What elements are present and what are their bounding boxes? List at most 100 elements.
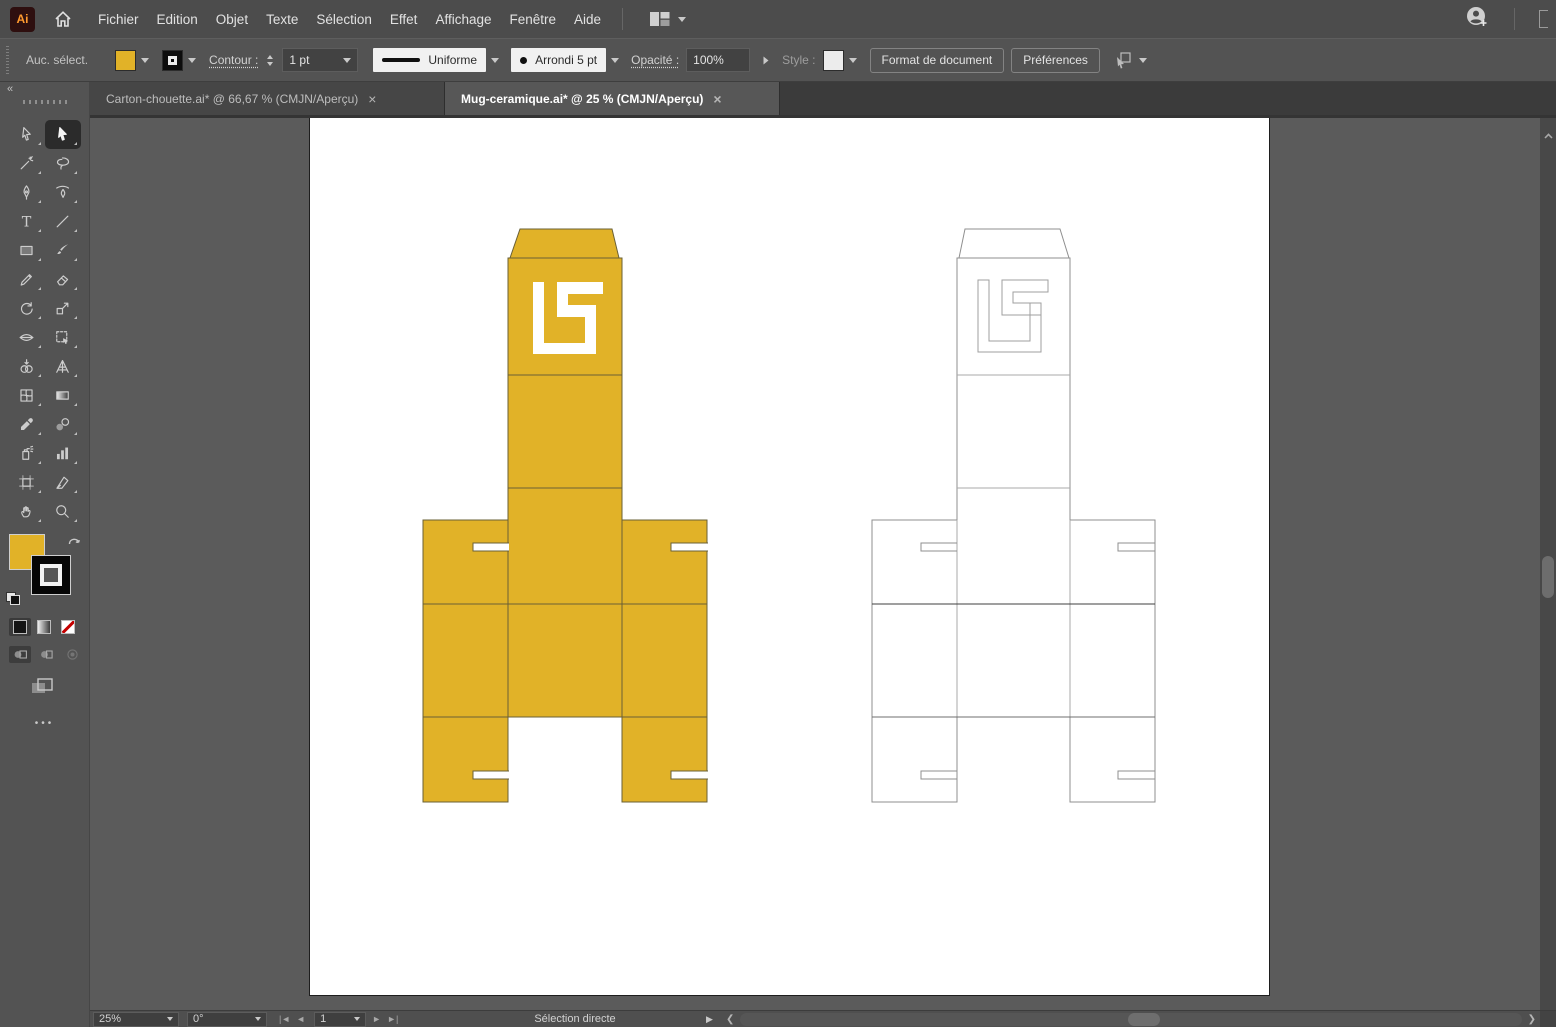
panel-drag-grip[interactable]: [23, 100, 67, 104]
next-artboard-icon[interactable]: ►: [372, 1014, 381, 1024]
vertical-scroll-thumb[interactable]: [1542, 556, 1554, 598]
menu-edition[interactable]: Edition: [148, 12, 207, 27]
draw-inside-button[interactable]: [61, 646, 83, 663]
chevron-down-icon[interactable]: [141, 58, 149, 63]
width-profile-preview[interactable]: Uniforme: [373, 48, 486, 72]
canvas-viewport[interactable]: [90, 118, 1556, 1010]
screen-mode-icon[interactable]: [30, 677, 56, 702]
preferences-button[interactable]: Préférences: [1011, 48, 1100, 73]
tool-gradient[interactable]: [45, 381, 81, 410]
share-account-icon[interactable]: [1464, 5, 1490, 34]
chevron-down-icon[interactable]: [188, 58, 196, 63]
tool-eraser[interactable]: [45, 265, 81, 294]
opacity-expand-arrow[interactable]: [757, 48, 775, 72]
chevron-down-icon[interactable]: [849, 58, 857, 63]
tool-lasso[interactable]: [45, 149, 81, 178]
tool-column-graph[interactable]: [45, 439, 81, 468]
gradient-mode-button[interactable]: [33, 618, 55, 636]
stroke-color-well[interactable]: [31, 555, 71, 595]
tool-pencil[interactable]: [9, 265, 45, 294]
menu-affichage[interactable]: Affichage: [426, 12, 500, 27]
menu-effet[interactable]: Effet: [381, 12, 427, 27]
tool-blend[interactable]: [45, 410, 81, 439]
width-profile-dropdown[interactable]: [486, 48, 504, 72]
illustrator-app-icon[interactable]: Ai: [10, 7, 35, 32]
tab-mug-ceramique[interactable]: Mug-ceramique.ai* @ 25 % (CMJN/Aperçu) ×: [445, 82, 780, 115]
dieline-outline[interactable]: [872, 229, 1155, 802]
tool-selection[interactable]: [9, 120, 45, 149]
last-artboard-icon[interactable]: ►|: [387, 1014, 398, 1024]
menu-aide[interactable]: Aide: [565, 12, 610, 27]
tool-artboard[interactable]: [9, 468, 45, 497]
tool-zoom[interactable]: [45, 497, 81, 526]
tool-paintbrush[interactable]: [45, 236, 81, 265]
swap-fill-stroke-icon[interactable]: [67, 534, 82, 553]
color-mode-button[interactable]: [9, 618, 31, 636]
draw-normal-button[interactable]: [9, 646, 31, 663]
tool-mesh[interactable]: [9, 381, 45, 410]
document-setup-button[interactable]: Format de document: [870, 48, 1005, 73]
brush-definition-dropdown[interactable]: [606, 48, 624, 72]
horizontal-scroll-thumb[interactable]: [1128, 1013, 1160, 1026]
tab-carton-chouette[interactable]: Carton-chouette.ai* @ 66,67 % (CMJN/Aper…: [90, 82, 445, 115]
workspace-switcher[interactable]: [649, 10, 686, 28]
stroke-color-swatch[interactable]: [162, 50, 183, 71]
collapse-panel-icon[interactable]: «: [7, 83, 13, 95]
menu-texte[interactable]: Texte: [257, 12, 307, 27]
tool-perspective-grid[interactable]: [45, 352, 81, 381]
rotation-dropdown[interactable]: 0°: [187, 1012, 267, 1027]
artboard-number-dropdown[interactable]: 1: [314, 1012, 366, 1027]
none-mode-button[interactable]: [57, 618, 79, 636]
menu-fichier[interactable]: Fichier: [89, 12, 148, 27]
default-colors-icon[interactable]: [6, 592, 20, 604]
edit-toolbar-ellipsis[interactable]: •••: [0, 718, 89, 729]
menu-objet[interactable]: Objet: [207, 12, 257, 27]
previous-artboard-icon[interactable]: ◄: [296, 1014, 305, 1024]
first-artboard-icon[interactable]: |◄: [279, 1014, 290, 1024]
artboard-1[interactable]: [310, 118, 1269, 995]
panel-grip[interactable]: [6, 46, 9, 74]
tool-hand[interactable]: [9, 497, 45, 526]
tool-shape-builder[interactable]: [9, 352, 45, 381]
fill-color-swatch[interactable]: [115, 50, 136, 71]
home-icon[interactable]: [53, 9, 73, 29]
horizontal-scroll-track[interactable]: [740, 1013, 1521, 1026]
tool-direct-selection[interactable]: [45, 120, 81, 149]
tool-scale[interactable]: [45, 294, 81, 323]
opacity-field[interactable]: 100%: [686, 48, 750, 72]
scroll-up-icon[interactable]: [1544, 126, 1553, 144]
tool-line-segment[interactable]: [45, 207, 81, 236]
tool-type[interactable]: T: [9, 207, 45, 236]
tool-rectangle[interactable]: [9, 236, 45, 265]
tool-pen[interactable]: [9, 178, 45, 207]
status-flyout-icon[interactable]: ▶: [706, 1014, 713, 1025]
close-icon[interactable]: ×: [713, 92, 721, 106]
isolate-selection-icon[interactable]: [1113, 50, 1133, 70]
stroke-weight-stepper[interactable]: [267, 55, 273, 66]
chevron-down-icon[interactable]: [1139, 58, 1147, 63]
vertical-scrollbar[interactable]: [1540, 118, 1556, 1010]
brush-definition-preview[interactable]: Arrondi 5 pt: [511, 48, 606, 72]
tool-width[interactable]: [9, 323, 45, 352]
dieline-yellow[interactable]: [423, 229, 708, 802]
document-tab-bar: Carton-chouette.ai* @ 66,67 % (CMJN/Aper…: [90, 82, 1556, 118]
tool-rotate[interactable]: [9, 294, 45, 323]
tool-slice[interactable]: [45, 468, 81, 497]
tool-free-transform[interactable]: [45, 323, 81, 352]
menu-selection[interactable]: Sélection: [307, 12, 381, 27]
graphic-style-swatch[interactable]: [823, 50, 844, 71]
tool-eyedropper[interactable]: [9, 410, 45, 439]
opacity-panel-link[interactable]: Opacité :: [631, 53, 679, 67]
stroke-weight-field[interactable]: 1 pt: [282, 48, 358, 72]
draw-behind-button[interactable]: [35, 646, 57, 663]
scroll-right-icon[interactable]: ❯: [1528, 1014, 1536, 1025]
stroke-panel-link[interactable]: Contour :: [209, 53, 258, 67]
close-icon[interactable]: ×: [368, 92, 376, 106]
horizontal-scrollbar[interactable]: ❮ ❯: [726, 1013, 1536, 1026]
tool-curvature[interactable]: [45, 178, 81, 207]
scroll-left-icon[interactable]: ❮: [726, 1014, 734, 1025]
zoom-level-dropdown[interactable]: 25%: [93, 1012, 179, 1027]
tool-magic-wand[interactable]: [9, 149, 45, 178]
tool-symbol-sprayer[interactable]: [9, 439, 45, 468]
menu-fenetre[interactable]: Fenêtre: [500, 12, 565, 27]
